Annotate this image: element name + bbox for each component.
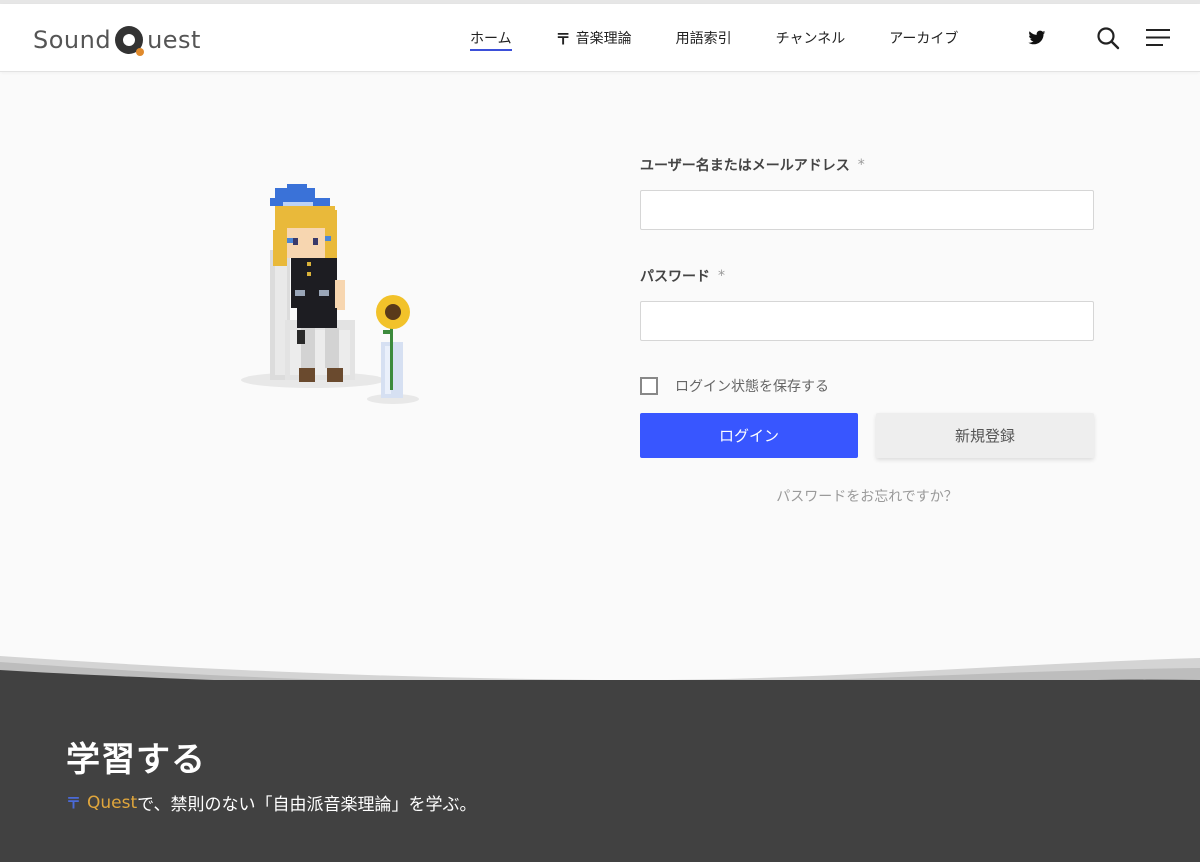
- main-nav: ホーム 〒 音楽理論 用語索引 チャンネル アーカイブ: [470, 4, 1002, 72]
- signpost-icon: 〒: [555, 29, 571, 48]
- remember-me-label[interactable]: ログイン状態を保存する: [675, 376, 829, 396]
- nav-item-glossary[interactable]: 用語索引: [676, 4, 732, 72]
- login-form: ユーザー名またはメールアドレス * パスワード * ログイン状態を保存する ログ…: [640, 152, 1094, 506]
- learn-title: 学習する: [66, 740, 206, 780]
- search-icon[interactable]: [1096, 26, 1120, 54]
- learn-subtitle: 〒 Quest で、禁則のない「自由派音楽理論」を学ぶ。: [66, 790, 477, 816]
- nav-item-home[interactable]: ホーム: [470, 4, 512, 72]
- login-button[interactable]: ログイン: [640, 413, 858, 458]
- nav-item-label: 用語索引: [675, 31, 732, 47]
- logo-text-uest: uest: [147, 26, 201, 54]
- username-input[interactable]: [640, 190, 1094, 230]
- nav-item-music-theory[interactable]: 〒 音楽理論: [556, 4, 632, 72]
- required-mark: *: [857, 157, 865, 173]
- pixel-character-illustration: [235, 180, 425, 410]
- remember-me-checkbox[interactable]: [640, 377, 658, 395]
- logo-text-sound: Sound: [33, 26, 112, 54]
- twitter-icon[interactable]: [1028, 30, 1046, 50]
- password-label: パスワード *: [640, 263, 1094, 289]
- quest-link[interactable]: Quest: [87, 793, 137, 813]
- username-label-text: ユーザー名またはメールアドレス: [640, 158, 850, 174]
- nav-item-label: チャンネル: [775, 31, 846, 47]
- button-row: ログイン 新規登録: [640, 413, 1094, 458]
- password-label-text: パスワード: [640, 269, 710, 285]
- username-label: ユーザー名またはメールアドレス *: [640, 152, 1094, 178]
- site-logo[interactable]: Sound uest: [33, 22, 201, 58]
- required-mark: *: [718, 268, 725, 284]
- password-input[interactable]: [640, 301, 1094, 341]
- nav-item-label: ホーム: [470, 31, 512, 47]
- forgot-password-link[interactable]: パスワードをお忘れですか？: [640, 486, 1094, 506]
- remember-me-row: ログイン状態を保存する: [640, 375, 1094, 397]
- nav-item-channel[interactable]: チャンネル: [776, 4, 846, 72]
- nav-item-label: アーカイブ: [889, 31, 959, 47]
- logo-q-icon: [112, 23, 146, 57]
- learn-section: 学習する 〒 Quest で、禁則のない「自由派音楽理論」を学ぶ。: [0, 680, 1200, 862]
- menu-icon[interactable]: [1146, 29, 1170, 51]
- signpost-icon: 〒: [66, 794, 82, 812]
- learn-subtitle-text: で、禁則のない「自由派音楽理論」を学ぶ。: [137, 795, 477, 815]
- site-header: Sound uest ホーム 〒 音楽理論 用語索引 チャンネル アーカイブ: [0, 4, 1200, 72]
- nav-item-archive[interactable]: アーカイブ: [889, 4, 958, 72]
- nav-item-label: 音楽理論: [575, 31, 632, 47]
- register-button[interactable]: 新規登録: [876, 413, 1094, 458]
